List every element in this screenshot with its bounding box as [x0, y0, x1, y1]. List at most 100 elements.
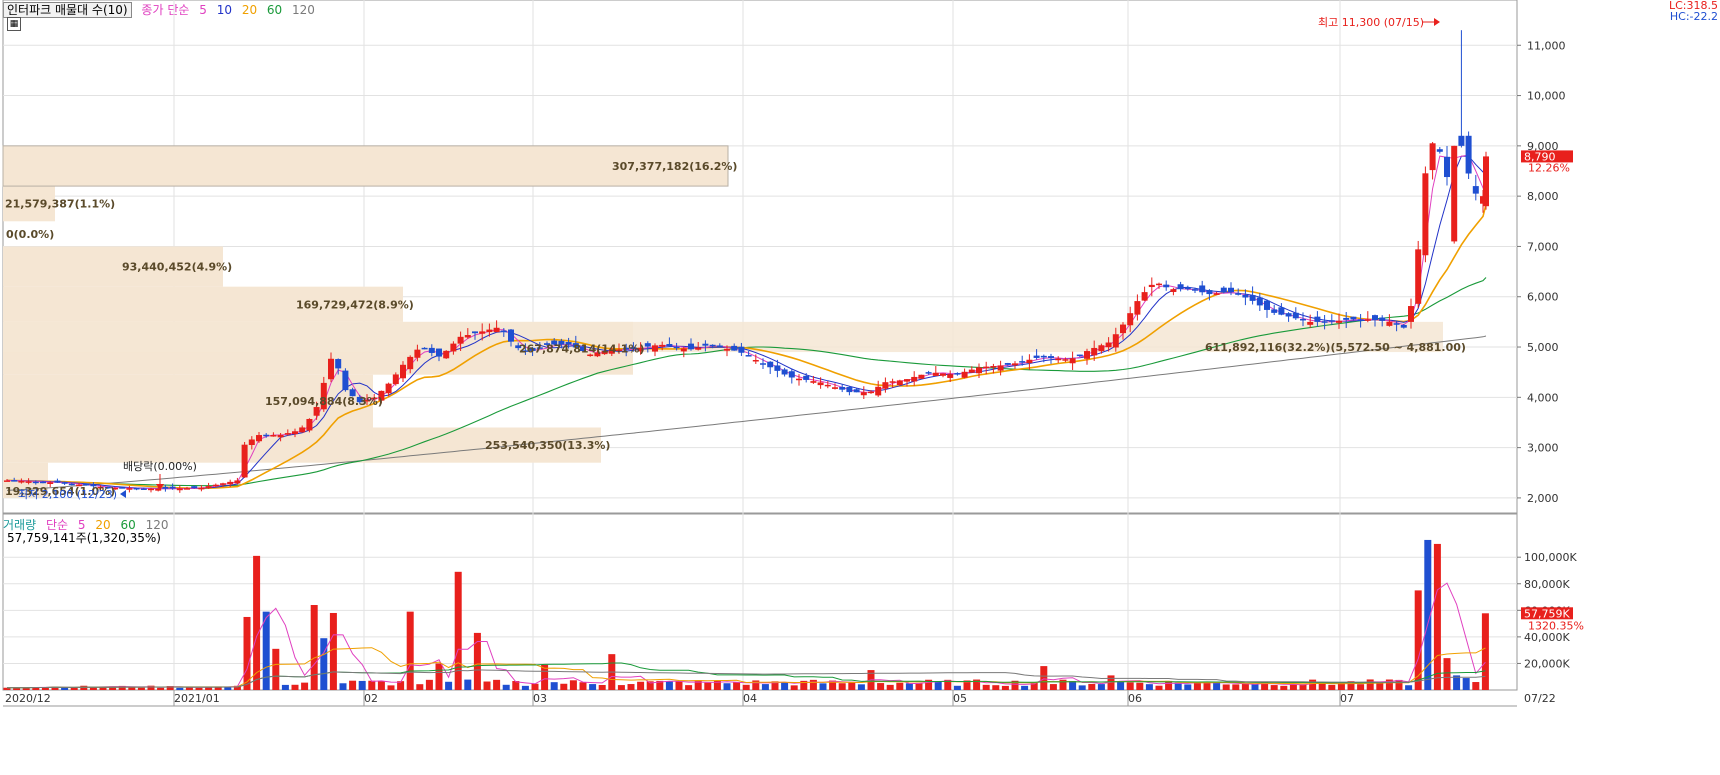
volume-bar	[493, 679, 501, 690]
volume-bar	[838, 683, 846, 690]
candle-body	[1336, 320, 1342, 323]
candle-body	[400, 364, 406, 379]
candle-body	[652, 345, 658, 352]
candle-body	[1170, 289, 1177, 292]
candle-body	[1264, 300, 1270, 310]
candle-body	[724, 348, 730, 351]
candle-body	[940, 373, 946, 376]
candle-body	[760, 363, 766, 365]
candle-body	[752, 360, 759, 362]
candle-body	[407, 356, 414, 370]
candle-body	[1112, 334, 1119, 348]
x-tick-label: 06	[1128, 692, 1142, 705]
volume-bar	[531, 683, 539, 690]
candle-body	[745, 355, 752, 357]
candle-body	[256, 435, 262, 442]
high-annotation: 최고 11,300 (07/15)	[1318, 16, 1424, 29]
candle-body	[205, 486, 212, 488]
candle-body	[140, 488, 147, 490]
candle-body	[148, 488, 154, 491]
candle-body	[220, 483, 226, 485]
x-tick-label: 07/22	[1524, 692, 1556, 705]
volume-bar	[157, 687, 165, 690]
volume-bar	[1069, 680, 1077, 690]
volume-bar	[589, 684, 597, 690]
volume-tick-label: 80,000K	[1524, 578, 1570, 591]
candle-body	[1300, 318, 1306, 321]
candle-body	[1429, 143, 1436, 171]
volume-bar	[992, 685, 1000, 690]
volume-bar	[1241, 683, 1249, 690]
candle-body	[450, 343, 457, 352]
candle-body	[1192, 289, 1198, 291]
candle-body	[1069, 358, 1076, 364]
candle-body	[126, 488, 133, 490]
volume-bar	[1040, 666, 1048, 690]
candle-body	[1357, 319, 1364, 321]
candle-body	[1386, 321, 1393, 326]
volume-bar	[886, 684, 894, 690]
candle-body	[1451, 145, 1458, 242]
volume-bar	[1405, 685, 1413, 690]
volume-profile-label: 21,579,387(1.1%)	[5, 198, 115, 211]
volume-bar	[1232, 684, 1240, 690]
volume-bar	[1117, 681, 1125, 690]
volume-bar	[1184, 684, 1192, 690]
candle-body	[1076, 354, 1083, 357]
candle-body	[18, 481, 25, 483]
volume-bar	[1049, 684, 1057, 690]
candle-body	[227, 481, 234, 485]
x-tick-label: 05	[953, 692, 967, 705]
volume-bar	[1280, 685, 1288, 690]
volume-bar	[281, 684, 289, 690]
candle-body	[1091, 347, 1098, 356]
candle-body	[54, 480, 61, 483]
volume-tick-label: 100,000K	[1524, 551, 1577, 564]
candle-body	[443, 350, 450, 359]
volume-bar	[637, 681, 645, 690]
volume-profile-label: 157,094,884(8.3%)	[265, 395, 383, 408]
price-tick-label: 6,000	[1527, 291, 1559, 304]
candle-body	[918, 374, 925, 379]
candle-body	[1105, 342, 1112, 348]
volume-bar	[329, 612, 337, 690]
candle-body	[666, 344, 673, 347]
candle-body	[1483, 156, 1489, 207]
candle-body	[270, 435, 277, 437]
volume-bar	[675, 681, 683, 690]
candle-body	[1228, 287, 1234, 293]
volume-bar	[1213, 682, 1221, 690]
volume-bar	[416, 684, 424, 690]
candle-body	[1213, 293, 1220, 295]
candle-body	[1292, 312, 1299, 319]
candle-body	[1328, 320, 1335, 322]
candle-body	[824, 384, 831, 387]
candle-body	[1408, 306, 1414, 322]
candle-body	[1033, 355, 1040, 358]
candle-body	[1084, 351, 1090, 359]
candle-body	[421, 347, 428, 350]
volume-bar	[665, 681, 673, 690]
volume-bar	[1328, 684, 1336, 690]
volume-bar	[848, 681, 856, 690]
volume-bar	[617, 685, 625, 690]
candle-body	[277, 434, 284, 438]
volume-bar	[1481, 613, 1489, 690]
volume-bar	[934, 681, 942, 690]
volume-bar	[905, 683, 913, 690]
candle-body	[731, 345, 738, 351]
volume-bar	[1472, 682, 1480, 690]
volume-bar	[560, 683, 568, 690]
candle-body	[1350, 316, 1357, 320]
dividend-annotation: 배당락(0.00%)	[123, 460, 197, 473]
volume-bar	[1376, 682, 1384, 690]
candle-body	[263, 434, 270, 437]
candle-body	[1422, 173, 1429, 256]
last-volume-change: 1320.35%	[1528, 619, 1584, 632]
candle-body	[493, 327, 500, 333]
candle-body	[198, 487, 205, 490]
stock-chart[interactable]: 2020/12 2021/01 02 03 04 05 06 07 07/22 2,000 3,00…	[0, 0, 1720, 775]
candle-body	[781, 369, 788, 375]
candle-body	[1249, 295, 1256, 301]
candle-body	[1012, 363, 1018, 366]
